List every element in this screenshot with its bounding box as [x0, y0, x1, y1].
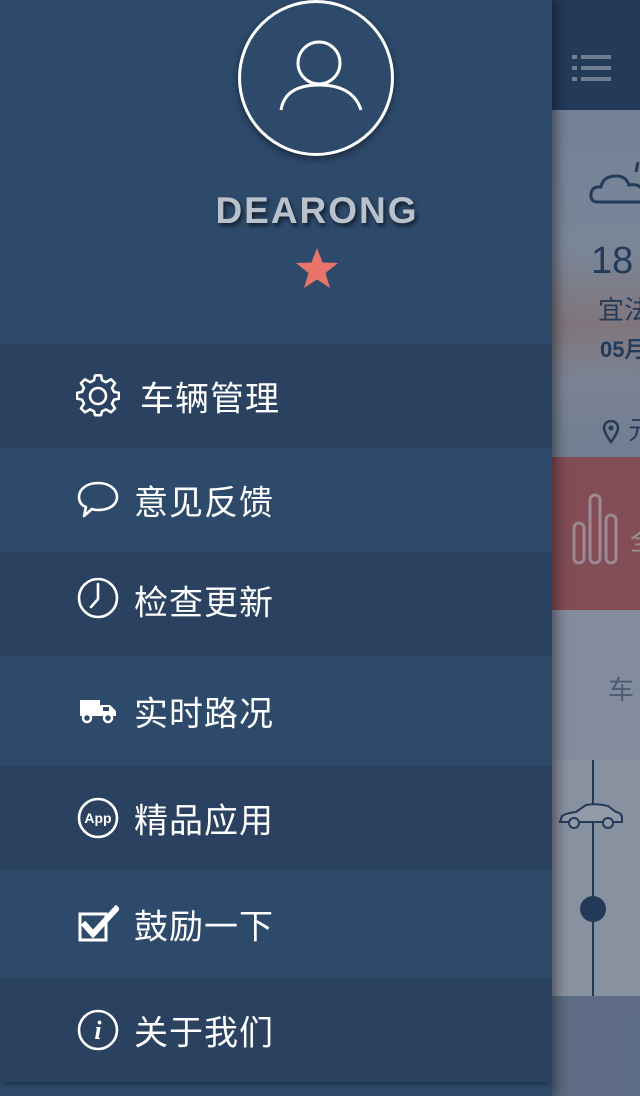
app-icon-text: App [84, 810, 111, 826]
menu-item-check-update[interactable]: 检查更新 [0, 552, 552, 656]
menu-label: 意见反馈 [134, 483, 274, 524]
menu-label: 实时路况 [134, 694, 274, 735]
navigation-drawer: DEARONG 车辆管理 意见反馈 检查更新 实时路况 App 精品应用 鼓励一… [0, 0, 552, 1096]
menu-label: 检查更新 [134, 583, 274, 624]
background-app: 18 宜法 05月 元 全 车 [552, 0, 640, 1096]
speech-bubble-icon [76, 478, 120, 522]
avatar[interactable] [238, 0, 394, 156]
menu-item-featured-apps[interactable]: App 精品应用 [0, 766, 552, 870]
gear-icon [76, 374, 120, 418]
menu-item-encourage[interactable]: 鼓励一下 [0, 870, 552, 978]
dim-overlay[interactable] [552, 0, 640, 1096]
menu-label: 关于我们 [134, 1013, 274, 1054]
info-icon: i [76, 1008, 120, 1052]
truck-icon [76, 689, 120, 733]
menu-item-feedback[interactable]: 意见反馈 [0, 448, 552, 552]
drawer-menu: 车辆管理 意见反馈 检查更新 实时路况 App 精品应用 鼓励一下 i 关于我们 [0, 344, 552, 1082]
menu-item-about-us[interactable]: i 关于我们 [0, 978, 552, 1082]
menu-label: 精品应用 [134, 801, 274, 842]
app-icon: App [76, 796, 120, 840]
menu-label: 鼓励一下 [134, 907, 274, 948]
user-icon [279, 40, 363, 111]
username: DEARONG [215, 190, 419, 231]
menu-label: 车辆管理 [140, 379, 280, 420]
menu-item-traffic[interactable]: 实时路况 [0, 656, 552, 766]
clock-icon [76, 576, 120, 620]
info-icon-text: i [94, 1016, 102, 1045]
star-icon [296, 248, 338, 288]
checkbox-icon [76, 902, 120, 946]
menu-item-vehicle-management[interactable]: 车辆管理 [0, 344, 552, 448]
